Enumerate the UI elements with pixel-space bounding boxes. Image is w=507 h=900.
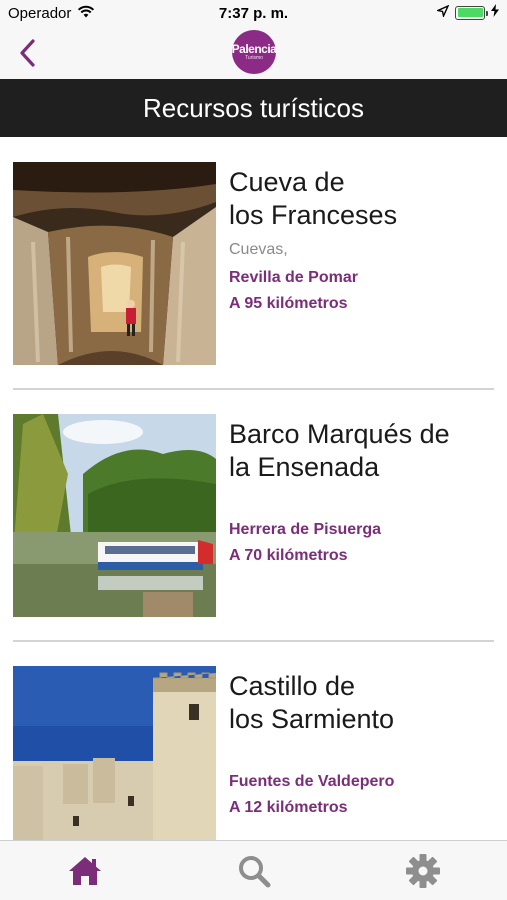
boat-photo [13, 414, 216, 617]
item-category [229, 493, 491, 513]
status-right [435, 4, 499, 21]
charging-bolt-icon [491, 4, 499, 21]
item-text: Cueva de los Franceses Cuevas, Revilla d… [229, 166, 491, 313]
item-title: Cueva de los Franceses [229, 167, 398, 230]
gear-icon [405, 853, 440, 888]
resources-list[interactable]: Cueva de los Franceses Cuevas, Revilla d… [0, 137, 507, 840]
item-distance: A 95 kilómetros [229, 295, 348, 312]
item-text: Castillo de los Sarmiento Fuentes de Val… [229, 670, 491, 817]
item-category [229, 745, 491, 765]
item-category: Cuevas, [229, 241, 288, 258]
item-title: Barco Marqués de la Ensenada [229, 419, 450, 482]
logo-subtext: Turismo [245, 55, 263, 61]
tab-settings[interactable] [338, 841, 507, 900]
page-title: Recursos turísticos [0, 79, 507, 137]
app-screen: Operador 7:37 p. m. Palencia Turismo Rec… [0, 0, 507, 900]
palencia-logo: Palencia Turismo [232, 30, 276, 74]
tab-search[interactable] [169, 841, 338, 900]
item-title: Castillo de los Sarmiento [229, 671, 395, 734]
battery-fill [457, 8, 483, 17]
castle-photo [13, 666, 216, 840]
logo-text: Palencia [232, 42, 276, 56]
back-button[interactable] [10, 36, 44, 70]
item-location: Revilla de Pomar [229, 269, 358, 286]
item-distance: A 12 kilómetros [229, 799, 348, 816]
tab-bar [0, 840, 507, 900]
search-icon [238, 855, 270, 887]
battery-icon [455, 5, 488, 20]
location-arrow-icon [435, 4, 450, 21]
item-location: Fuentes de Valdepero [229, 773, 395, 790]
status-bar: Operador 7:37 p. m. [0, 0, 507, 28]
cave-photo [13, 162, 216, 365]
chevron-left-icon [20, 39, 35, 67]
list-item[interactable]: Cueva de los Franceses Cuevas, Revilla d… [13, 137, 494, 390]
home-icon [68, 856, 101, 885]
item-distance: A 70 kilómetros [229, 547, 348, 564]
list-item[interactable]: Barco Marqués de la Ensenada Herrera de … [13, 389, 494, 642]
status-time: 7:37 p. m. [218, 5, 289, 22]
navigation-bar: Palencia Turismo [0, 28, 507, 79]
tab-home[interactable] [0, 841, 169, 900]
list-item[interactable]: Castillo de los Sarmiento Fuentes de Val… [13, 641, 494, 840]
item-text: Barco Marqués de la Ensenada Herrera de … [229, 418, 491, 565]
item-location: Herrera de Pisuerga [229, 521, 382, 538]
